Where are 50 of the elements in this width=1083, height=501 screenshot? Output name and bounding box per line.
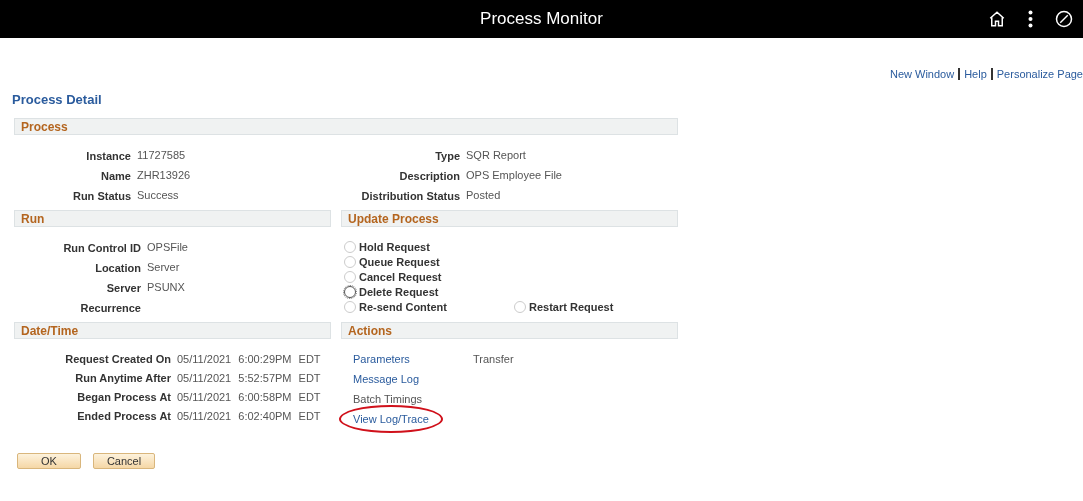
field-value: 05/11/2021 6:00:58PM EDT (177, 391, 322, 403)
field-value: ZHR13926 (137, 169, 192, 182)
field-value: OPS Employee File (466, 169, 563, 182)
section-header: Date/Time (14, 322, 331, 339)
field-value: OPSFile (147, 241, 189, 254)
action-link[interactable]: Parameters (353, 353, 410, 365)
section-header: Update Process (341, 210, 678, 227)
radio-option[interactable]: Re-send Content (344, 301, 514, 313)
radio-option[interactable]: Hold Request (344, 241, 514, 253)
field-label: Run Status (71, 189, 131, 202)
field-value: Server (147, 261, 181, 274)
radio-option[interactable]: Queue Request (344, 256, 514, 268)
radio-option[interactable]: Restart Request (514, 301, 678, 313)
field-label: Description (398, 169, 460, 182)
field-label: Name (100, 169, 131, 182)
section-header: Run (14, 210, 331, 227)
radio-option[interactable]: Delete Request (344, 286, 514, 298)
field-label: Run Anytime After (74, 372, 171, 384)
home-icon[interactable] (988, 10, 1006, 28)
field-value: Posted (466, 189, 502, 202)
page-header-title: Process Monitor (480, 9, 603, 29)
more-options-icon[interactable] (1028, 10, 1033, 28)
section-header: Process (14, 118, 678, 135)
field-label: Server (105, 281, 141, 294)
page-link[interactable]: Personalize Page (996, 68, 1083, 80)
field-label: Run Control ID (62, 241, 141, 254)
field-label: Ended Process At (76, 410, 171, 422)
field-label: Location (94, 261, 141, 274)
field-value: 05/11/2021 5:52:57PM EDT (177, 372, 322, 384)
field-value: Success (137, 189, 180, 202)
field-label: Began Process At (76, 391, 171, 403)
field-label: Recurrence (79, 301, 141, 314)
page-link[interactable]: Help (964, 68, 987, 80)
field-label: Distribution Status (360, 189, 460, 202)
field-value: 11727585 (137, 149, 187, 162)
action-link[interactable]: View Log/Trace (339, 405, 443, 433)
section-header: Actions (341, 322, 678, 339)
action-link[interactable]: Message Log (353, 373, 420, 385)
radio-option[interactable]: Cancel Request (344, 271, 514, 283)
form-button[interactable]: OK (17, 453, 81, 469)
field-value: PSUNX (147, 281, 186, 294)
page-title: Process Detail (11, 91, 103, 107)
field-value: 05/11/2021 6:00:29PM EDT (177, 353, 322, 365)
field-label: Request Created On (64, 353, 171, 365)
form-button[interactable]: Cancel (93, 453, 155, 469)
page-link[interactable]: New Window (889, 68, 955, 80)
field-value: 05/11/2021 6:02:40PM EDT (177, 410, 322, 422)
field-value: SQR Report (466, 149, 527, 162)
field-label: Instance (85, 149, 131, 162)
field-label: Type (434, 149, 460, 162)
